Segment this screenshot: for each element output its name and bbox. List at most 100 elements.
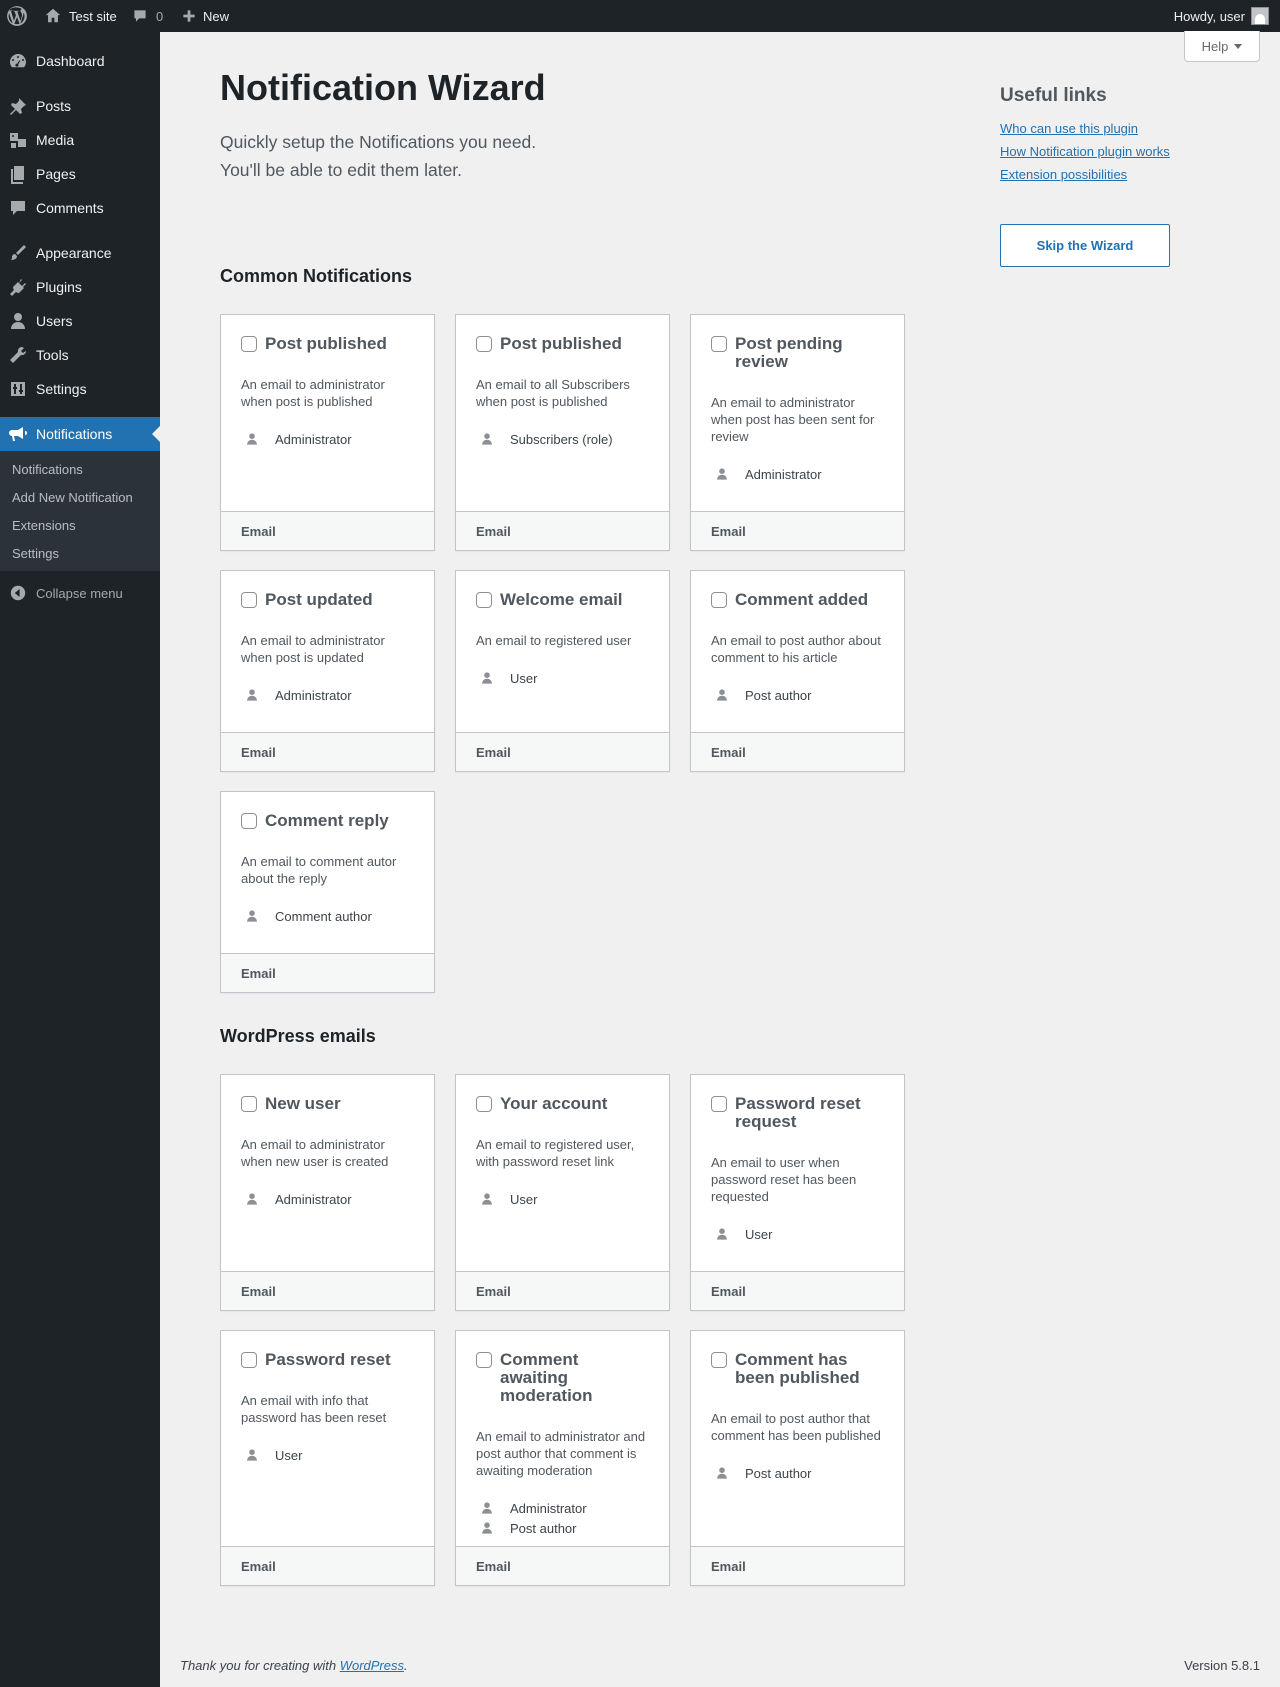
brush-icon [0, 243, 36, 263]
sidebar-item-notifications[interactable]: Notifications [0, 417, 160, 451]
footer-thankyou: Thank you for creating with WordPress. [180, 1658, 408, 1673]
card-header: Post pending review [711, 335, 884, 371]
sidebar-item-dashboard[interactable]: Dashboard [0, 44, 160, 78]
card-checkbox[interactable] [476, 1096, 492, 1112]
notification-card[interactable]: Post published An email to administrator … [220, 314, 435, 551]
card-checkbox[interactable] [241, 592, 257, 608]
card-description: An email to post author that comment has… [711, 1411, 881, 1443]
card-header: Comment added [711, 591, 884, 609]
site-name-label: Test site [69, 8, 117, 24]
card-checkbox[interactable] [476, 1352, 492, 1368]
sidebar-item-media[interactable]: Media [0, 123, 160, 157]
footer-text: Thank you for creating with [180, 1658, 340, 1673]
notification-card[interactable]: New user An email to administrator when n… [220, 1074, 435, 1311]
new-label: New [203, 8, 230, 24]
card-recipients: Post author [711, 1463, 884, 1483]
collapse-icon [0, 585, 36, 601]
card-checkbox[interactable] [476, 592, 492, 608]
megaphone-icon [0, 424, 36, 444]
comments-link[interactable]: 0 [132, 0, 163, 32]
section-title-common: Common Notifications [220, 266, 412, 286]
notification-card[interactable]: Password reset request An email to user w… [690, 1074, 905, 1311]
recipient-label: User [510, 670, 538, 686]
sidebar-item-label: Settings [36, 381, 87, 397]
card-description: An email to registered user [476, 633, 632, 648]
link-extension-possibilities[interactable]: Extension possibilities [1000, 163, 1170, 186]
card-description: An email to all Subscribers when post is… [476, 377, 630, 409]
card-header: Post published [476, 335, 649, 353]
comments-count: 0 [156, 8, 164, 24]
card-checkbox[interactable] [711, 592, 727, 608]
notification-card[interactable]: Comment has been published An email to po… [690, 1330, 905, 1586]
sidebar-item-appearance[interactable]: Appearance [0, 236, 160, 270]
card-carrier: Email [221, 511, 434, 550]
card-checkbox[interactable] [241, 813, 257, 829]
sidebar-item-settings[interactable]: Settings [0, 372, 160, 406]
sidebar-item-comments[interactable]: Comments [0, 191, 160, 225]
submenu-item-extensions[interactable]: Extensions [12, 518, 76, 533]
new-content-link[interactable]: New [182, 0, 229, 32]
card-description: An email to administrator when post is u… [241, 633, 385, 665]
skip-wizard-button[interactable]: Skip the Wizard [1000, 224, 1170, 267]
notification-card[interactable]: Comment added An email to post author abo… [690, 570, 905, 772]
card-checkbox[interactable] [241, 336, 257, 352]
user-icon [476, 671, 510, 685]
section-title-wordpress: WordPress emails [220, 1026, 376, 1046]
card-body: Post published An email to administrator … [221, 315, 434, 449]
user-icon [241, 909, 275, 923]
notification-card[interactable]: Your account An email to registered user,… [455, 1074, 670, 1311]
submenu-item-add-new-notification[interactable]: Add New Notification [12, 490, 133, 505]
card-checkbox[interactable] [711, 336, 727, 352]
notification-card[interactable]: Post pending review An email to administr… [690, 314, 905, 551]
notification-card[interactable]: Post published An email to all Subscriber… [455, 314, 670, 551]
notification-card[interactable]: Post updated An email to administrator wh… [220, 570, 435, 772]
useful-links-title: Useful links [1000, 85, 1107, 106]
card-title: Post pending review [735, 334, 843, 371]
recipient-label: User [275, 1447, 303, 1463]
recipient-label: Administrator [275, 431, 352, 447]
sidebar-item-tools[interactable]: Tools [0, 338, 160, 372]
card-description: An email to post author about comment to… [711, 633, 881, 665]
link-how-plugin-works[interactable]: How Notification plugin works [1000, 140, 1170, 163]
plugin-icon [0, 277, 36, 297]
link-who-can-use[interactable]: Who can use this plugin [1000, 117, 1170, 140]
user-icon [476, 1192, 510, 1206]
site-name-link[interactable]: Test site [44, 0, 117, 32]
sidebar-item-posts[interactable]: Posts [0, 89, 160, 123]
user-icon [711, 1227, 745, 1241]
submenu-item-settings[interactable]: Settings [12, 546, 59, 561]
sidebar-item-users[interactable]: Users [0, 304, 160, 338]
card-title: Comment added [735, 590, 869, 609]
user-icon [241, 1192, 275, 1206]
card-checkbox[interactable] [711, 1096, 727, 1112]
sidebar-item-pages[interactable]: Pages [0, 157, 160, 191]
card-checkbox[interactable] [241, 1352, 257, 1368]
notification-card[interactable]: Comment awaiting moderation An email to a… [455, 1330, 670, 1586]
card-carrier: Email [221, 1271, 434, 1310]
wordpress-logo-icon[interactable] [6, 0, 28, 32]
card-checkbox[interactable] [711, 1352, 727, 1368]
collapse-menu-button[interactable]: Collapse menu [0, 585, 123, 601]
notification-card[interactable]: Welcome email An email to registered user… [455, 570, 670, 772]
user-icon [711, 1466, 745, 1480]
sidebar-item-plugins[interactable]: Plugins [0, 270, 160, 304]
howdy-label: Howdy, user [1173, 8, 1245, 24]
help-tab-button[interactable]: Help [1184, 31, 1260, 62]
recipient-label: Administrator [510, 1500, 587, 1516]
card-recipients: Comment author [241, 906, 414, 926]
card-carrier: Email [221, 953, 434, 992]
user-account-menu[interactable]: Howdy, user [1174, 0, 1269, 32]
card-checkbox[interactable] [476, 336, 492, 352]
submenu-item-notifications[interactable]: Notifications [12, 462, 83, 477]
notification-card[interactable]: Password reset An email with info that pa… [220, 1330, 435, 1586]
notification-card[interactable]: Comment reply An email to comment autor a… [220, 791, 435, 993]
collapse-label: Collapse menu [36, 585, 123, 601]
user-icon [241, 432, 275, 446]
recipient-label: Post author [745, 687, 812, 703]
card-carrier: Email [221, 732, 434, 771]
card-checkbox[interactable] [241, 1096, 257, 1112]
wordpress-link[interactable]: WordPress [340, 1658, 404, 1673]
card-description: An email to comment autor about the repl… [241, 854, 397, 886]
card-title: Welcome email [500, 590, 623, 609]
user-icon [241, 688, 275, 702]
